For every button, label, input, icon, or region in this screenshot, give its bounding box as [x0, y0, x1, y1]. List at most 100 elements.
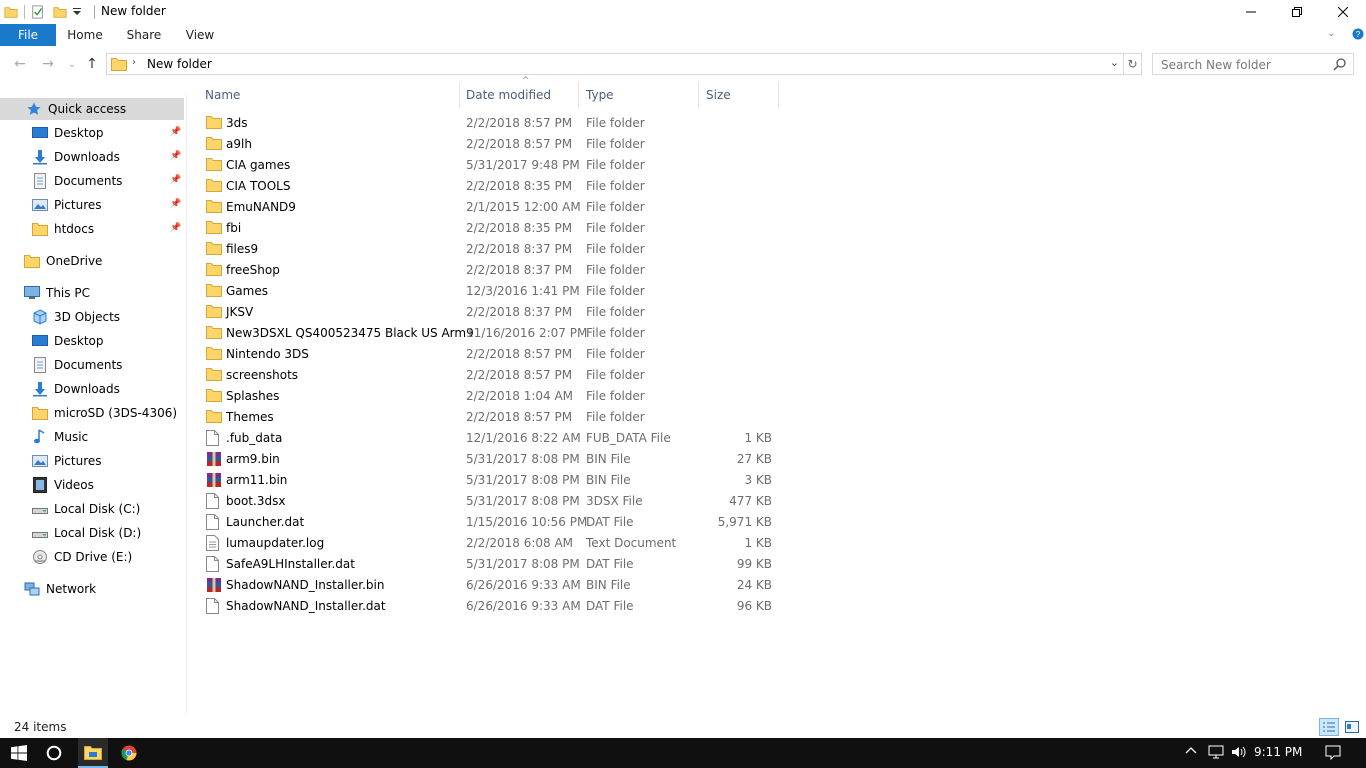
column-date-modified[interactable]: Date modified: [459, 82, 579, 108]
address-dropdown-icon[interactable]: ⌄: [1110, 56, 1119, 69]
file-row[interactable]: CIA TOOLS 2/2/2018 8:35 PM File folder: [198, 176, 778, 197]
customize-toolbar-icon[interactable]: [73, 7, 81, 17]
file-row[interactable]: SafeA9LHInstaller.dat 5/31/2017 8:08 PM DA…: [198, 554, 778, 575]
tab-file[interactable]: File: [0, 24, 56, 46]
file-date-modified: 12/1/2016 8:22 AM: [466, 431, 581, 445]
sidebar-item-network[interactable]: Network: [24, 578, 96, 600]
volume-icon[interactable]: [1231, 745, 1247, 762]
file-row[interactable]: CIA games 5/31/2017 9:48 PM File folder: [198, 155, 778, 176]
file-row[interactable]: ShadowNAND_Installer.bin 6/26/2016 9:33 A…: [198, 575, 778, 596]
tab-share[interactable]: Share: [122, 24, 166, 46]
sidebar-item-videos[interactable]: Videos: [32, 474, 94, 496]
search-icon[interactable]: [1333, 57, 1347, 71]
details-view-button[interactable]: [1319, 718, 1339, 736]
minimize-button[interactable]: [1228, 0, 1274, 24]
refresh-button[interactable]: ↻: [1124, 53, 1142, 75]
folder-icon: [206, 367, 222, 383]
sidebar-item-this-pc[interactable]: This PC: [24, 282, 90, 304]
file-date-modified: 2/2/2018 8:57 PM: [466, 347, 573, 361]
pin-icon[interactable]: 📌: [170, 127, 181, 137]
search-input[interactable]: Search New folder: [1152, 53, 1354, 75]
column-type[interactable]: Type: [579, 82, 699, 108]
search-button[interactable]: [38, 738, 70, 768]
sidebar-item-downloads[interactable]: Downloads: [32, 378, 120, 400]
file-row[interactable]: a9lh 2/2/2018 8:57 PM File folder: [198, 134, 778, 155]
recent-locations-button[interactable]: ⌄: [62, 54, 82, 74]
back-button[interactable]: ←: [10, 54, 30, 74]
file-name: ShadowNAND_Installer.dat: [226, 599, 386, 613]
sidebar-item-desktop[interactable]: Desktop: [32, 330, 104, 352]
sidebar-item-cd-drive[interactable]: CD Drive (E:): [32, 546, 132, 568]
file-row[interactable]: Nintendo 3DS 2/2/2018 8:57 PM File folder: [198, 344, 778, 365]
file-row[interactable]: arm11.bin 5/31/2017 8:08 PM BIN File 3 KB: [198, 470, 778, 491]
navigation-pane: Quick access Desktop 📌 Downloads 📌 Docum…: [0, 94, 186, 714]
tab-view[interactable]: View: [180, 24, 220, 46]
sidebar-item-documents[interactable]: Documents: [32, 354, 122, 376]
network-status-icon[interactable]: [1208, 745, 1224, 762]
action-center-icon[interactable]: [1325, 745, 1341, 764]
sidebar-item-music[interactable]: Music: [32, 426, 88, 448]
file-row[interactable]: EmuNAND9 2/1/2015 12:00 AM File folder: [198, 197, 778, 218]
file-row[interactable]: arm9.bin 5/31/2017 8:08 PM BIN File 27 KB: [198, 449, 778, 470]
file-row[interactable]: JKSV 2/2/2018 8:37 PM File folder: [198, 302, 778, 323]
sidebar-item-pictures[interactable]: Pictures: [32, 450, 102, 472]
sidebar-item-local-disk-c[interactable]: Local Disk (C:): [32, 498, 140, 520]
up-button[interactable]: ↑: [82, 54, 102, 74]
pane-divider[interactable]: [186, 94, 187, 714]
sidebar-item-downloads[interactable]: Downloads: [32, 146, 120, 168]
pin-icon[interactable]: 📌: [170, 151, 181, 161]
file-icon: [206, 598, 222, 614]
breadcrumb[interactable]: New folder: [147, 57, 212, 71]
folder-icon: [206, 199, 222, 215]
sidebar-item-label: OneDrive: [46, 254, 103, 268]
file-row[interactable]: lumaupdater.log 2/2/2018 6:08 AM Text Docu…: [198, 533, 778, 554]
column-name[interactable]: Name: [198, 82, 460, 108]
file-row[interactable]: New3DSXL QS400523475 Black US Arm9 11/16/…: [198, 323, 778, 344]
file-type: BIN File: [586, 452, 631, 466]
column-size[interactable]: Size: [699, 82, 779, 108]
properties-icon[interactable]: [31, 5, 45, 19]
close-button[interactable]: [1320, 0, 1366, 24]
tab-home[interactable]: Home: [62, 24, 108, 46]
sidebar-item-htdocs[interactable]: htdocs: [32, 218, 94, 240]
sidebar-item-onedrive[interactable]: OneDrive: [24, 250, 102, 272]
file-row[interactable]: freeShop 2/2/2018 8:37 PM File folder: [198, 260, 778, 281]
file-row[interactable]: boot.3dsx 5/31/2017 8:08 PM 3DSX File 477 K…: [198, 491, 778, 512]
start-button[interactable]: [0, 738, 38, 768]
sidebar-item-3d-objects[interactable]: 3D Objects: [32, 306, 120, 328]
file-row[interactable]: Themes 2/2/2018 8:57 PM File folder: [198, 407, 778, 428]
pin-icon[interactable]: 📌: [170, 175, 181, 185]
breadcrumb-separator[interactable]: ›: [132, 57, 136, 68]
taskbar-chrome[interactable]: [114, 738, 144, 768]
expand-ribbon-icon[interactable]: ⌄: [1327, 28, 1335, 39]
sidebar-item-local-disk-d[interactable]: Local Disk (D:): [32, 522, 141, 544]
taskbar-file-explorer[interactable]: [78, 738, 108, 768]
large-icons-view-button[interactable]: [1342, 718, 1362, 736]
file-row[interactable]: screenshots 2/2/2018 8:57 PM File folder: [198, 365, 778, 386]
file-row[interactable]: ShadowNAND_Installer.dat 6/26/2016 9:33 A…: [198, 596, 778, 617]
sidebar-item-quick-access[interactable]: Quick access: [0, 98, 184, 120]
sidebar-item-documents[interactable]: Documents: [32, 170, 122, 192]
file-row[interactable]: files9 2/2/2018 8:37 PM File folder: [198, 239, 778, 260]
forward-button[interactable]: →: [38, 54, 58, 74]
restore-button[interactable]: [1274, 0, 1320, 24]
address-bar[interactable]: › New folder ⌄: [106, 53, 1124, 75]
pin-icon[interactable]: 📌: [170, 199, 181, 209]
file-row[interactable]: Splashes 2/2/2018 1:04 AM File folder: [198, 386, 778, 407]
sidebar-item-pictures[interactable]: Pictures: [32, 194, 102, 216]
back-icon: ←: [14, 56, 26, 72]
sidebar-item-microsd[interactable]: microSD (3DS-4306): [32, 402, 177, 424]
show-hidden-icons-icon[interactable]: [1185, 745, 1197, 760]
file-type: File folder: [586, 305, 645, 319]
file-row[interactable]: Games 12/3/2016 1:41 PM File folder: [198, 281, 778, 302]
file-row[interactable]: Launcher.dat 1/15/2016 10:56 PM DAT File 5,…: [198, 512, 778, 533]
sidebar-item-desktop[interactable]: Desktop: [32, 122, 104, 144]
pin-icon[interactable]: 📌: [170, 223, 181, 233]
file-row[interactable]: 3ds 2/2/2018 8:57 PM File folder: [198, 113, 778, 134]
sidebar-item-label: Downloads: [54, 382, 120, 396]
taskbar-clock[interactable]: 9:11 PM: [1254, 745, 1302, 759]
help-icon[interactable]: ?: [1352, 28, 1364, 40]
file-row[interactable]: fbi 2/2/2018 8:35 PM File folder: [198, 218, 778, 239]
new-folder-icon[interactable]: [53, 5, 67, 19]
file-row[interactable]: .fub_data 12/1/2016 8:22 AM FUB_DATA File 1…: [198, 428, 778, 449]
